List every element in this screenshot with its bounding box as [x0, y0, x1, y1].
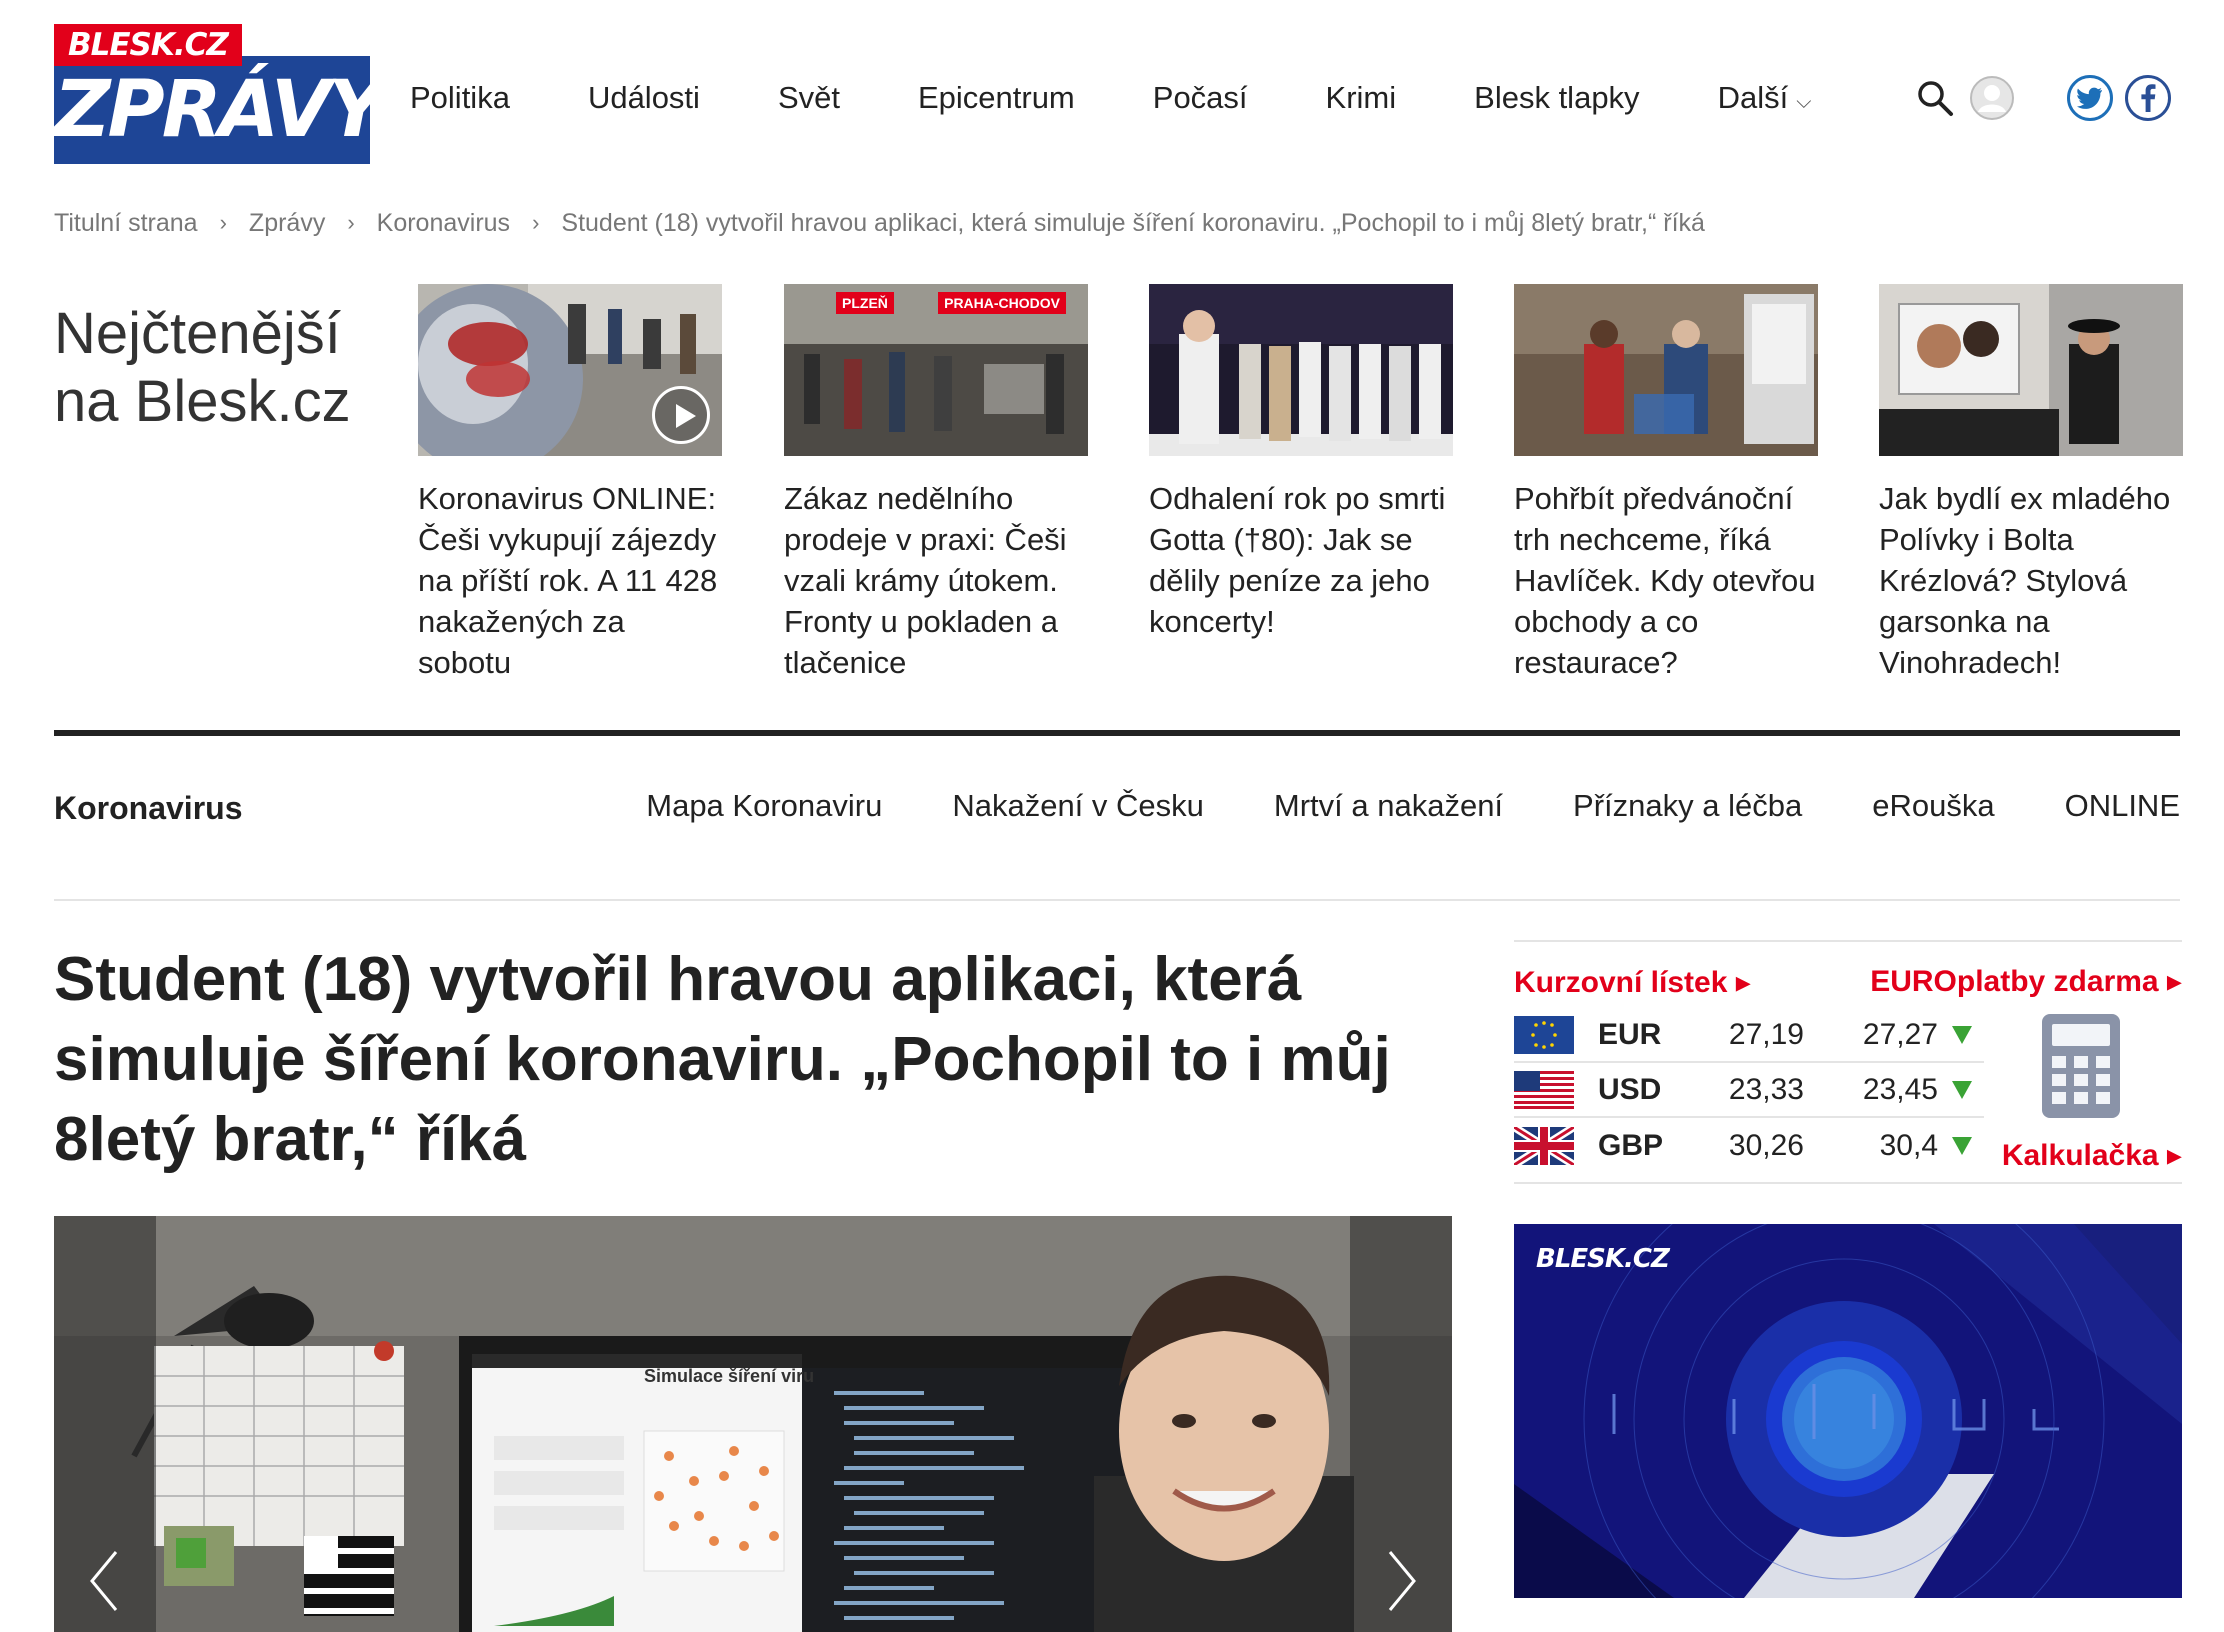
currency-code: EUR — [1598, 1017, 1662, 1051]
twitter-icon[interactable] — [2067, 75, 2113, 121]
section-link-erouska[interactable]: eRouška — [1872, 788, 1994, 824]
nav-item-politika[interactable]: Politika — [410, 80, 510, 116]
currency-sell-rate: 27,27 — [1862, 1017, 1938, 1051]
most-read-thumbnail[interactable] — [418, 284, 722, 456]
most-read-thumbnail[interactable]: PLZEŇ PRAHA-CHODOV — [784, 284, 1088, 456]
location-tag: PRAHA-CHODOV — [938, 292, 1066, 314]
section-link-mrtvi[interactable]: Mrtví a nakažení — [1274, 788, 1503, 824]
exchange-rate-row: EUR 27,19 27,27 — [1514, 1008, 1984, 1063]
most-read-heading: Nejčtenější na Blesk.cz — [54, 301, 351, 434]
most-read-title[interactable]: Zákaz nedělního prodeje v praxi: Češi vz… — [784, 478, 1088, 683]
chevron-right-icon[interactable] — [1382, 1546, 1422, 1616]
location-tag: PLZEŇ — [836, 292, 894, 314]
section-divider — [54, 899, 2180, 901]
site-logo[interactable]: ZPRÁVY BLESK.CZ — [54, 24, 385, 164]
gallery-photo — [54, 1216, 1452, 1632]
section-name[interactable]: Koronavirus — [54, 790, 242, 827]
calculator-link[interactable]: Kalkulačka ▸ — [2002, 1138, 2182, 1173]
trend-down-icon — [1952, 1136, 1972, 1155]
nav-item-krimi[interactable]: Krimi — [1326, 80, 1397, 116]
logo-section-name: ZPRÁVY — [54, 56, 385, 164]
breadcrumb-home[interactable]: Titulní strana — [54, 209, 198, 238]
most-read-title[interactable]: Odhalení rok po smrti Gotta (†80): Jak s… — [1149, 478, 1453, 642]
nav-item-svet[interactable]: Svět — [778, 80, 840, 116]
most-read-thumbnail[interactable] — [1149, 284, 1453, 456]
facebook-icon[interactable] — [2125, 75, 2171, 121]
widget-divider — [1514, 1182, 2182, 1184]
breadcrumb-current: Student (18) vytvořil hravou aplikaci, k… — [561, 208, 1705, 237]
most-read-thumbnail[interactable] — [1879, 284, 2183, 456]
section-divider — [54, 730, 2180, 736]
exchange-rate-row: GBP 30,26 30,4 — [1514, 1118, 1984, 1173]
currency-code: GBP — [1598, 1128, 1664, 1162]
banner-artwork — [1514, 1224, 2182, 1598]
most-read-thumbnail[interactable] — [1514, 284, 1818, 456]
most-read-title[interactable]: Pohřbít předvánoční trh nechceme, říká H… — [1514, 478, 1818, 683]
gallery-screen-title: Simulace šíření viru — [644, 1366, 815, 1386]
section-link-online[interactable]: ONLINE — [2065, 788, 2180, 824]
logo-brand: BLESK.CZ — [54, 24, 242, 66]
breadcrumb-koronavirus[interactable]: Koronavirus — [377, 209, 510, 238]
most-read-item[interactable]: PLZEŇ PRAHA-CHODOV Zákaz nedělního prode… — [784, 284, 1088, 683]
currency-code: USD — [1598, 1072, 1662, 1106]
eu-flag-icon — [1514, 1015, 1574, 1054]
most-read-item[interactable]: Jak bydlí ex mladého Polívky i Bolta Kré… — [1879, 284, 2183, 683]
nav-item-epicentrum[interactable]: Epicentrum — [918, 80, 1075, 116]
nav-item-udalosti[interactable]: Události — [588, 80, 700, 116]
us-flag-icon — [1514, 1070, 1574, 1109]
most-read-title[interactable]: Koronavirus ONLINE: Češi vykupují zájezd… — [418, 478, 722, 683]
chevron-right-icon: › — [532, 210, 540, 235]
exchange-rate-table: EUR 27,19 27,27 USD 23,33 23,45 GBP 30,2… — [1514, 1008, 1984, 1173]
currency-sell-rate: 30,4 — [1879, 1128, 1938, 1162]
chevron-right-icon: › — [219, 210, 227, 235]
most-read-title[interactable]: Jak bydlí ex mladého Polívky i Bolta Kré… — [1879, 478, 2183, 683]
most-read-item[interactable]: Koronavirus ONLINE: Češi vykupují zájezd… — [418, 284, 722, 683]
chevron-down-icon: ⌵ — [1796, 90, 1812, 113]
user-icon[interactable] — [1969, 75, 2015, 121]
header-icons — [1915, 72, 2171, 124]
section-link-nakazeni[interactable]: Nakažení v Česku — [952, 788, 1204, 824]
photo-gallery[interactable]: Simulace šíření viru — [54, 1216, 1452, 1632]
nav-item-blesk-tlapky[interactable]: Blesk tlapky — [1474, 80, 1639, 116]
breadcrumb: Titulní strana › Zprávy › Koronavirus › … — [54, 206, 1705, 240]
nav-item-more[interactable]: Další ⌵ — [1718, 80, 1812, 116]
nav-item-pocasi[interactable]: Počasí — [1153, 80, 1248, 116]
europayments-link[interactable]: EUROplatby zdarma ▸ — [1870, 964, 2182, 999]
widget-divider — [1514, 940, 2182, 942]
currency-sell-rate: 23,45 — [1862, 1072, 1938, 1106]
main-nav: Politika Události Svět Epicentrum Počasí… — [410, 72, 1811, 124]
search-icon[interactable] — [1915, 78, 1955, 118]
nav-more-label: Další — [1717, 80, 1789, 115]
exchange-rate-row: USD 23,33 23,45 — [1514, 1063, 1984, 1118]
currency-buy-rate: 27,19 — [1728, 1017, 1804, 1051]
article-title: Student (18) vytvořil hravou aplikaci, k… — [54, 945, 1391, 1174]
chevron-right-icon: › — [347, 210, 355, 235]
banner-logo: BLESK.CZ — [1536, 1244, 1670, 1274]
currency-buy-rate: 30,26 — [1728, 1128, 1804, 1162]
breadcrumb-zpravy[interactable]: Zprávy — [249, 209, 325, 238]
currency-buy-rate: 23,33 — [1728, 1072, 1804, 1106]
trend-down-icon — [1952, 1025, 1972, 1044]
trend-down-icon — [1952, 1080, 1972, 1099]
video-banner[interactable]: BLESK.CZ — [1514, 1224, 2182, 1598]
exchange-rates-link[interactable]: Kurzovní lístek ▸ — [1514, 965, 1751, 1000]
most-read-item[interactable]: Odhalení rok po smrti Gotta (†80): Jak s… — [1149, 284, 1453, 642]
uk-flag-icon — [1514, 1126, 1574, 1165]
most-read-item[interactable]: Pohřbít předvánoční trh nechceme, říká H… — [1514, 284, 1818, 683]
section-link-priznaky[interactable]: Příznaky a léčba — [1573, 788, 1802, 824]
section-link-mapa[interactable]: Mapa Koronaviru — [646, 788, 882, 824]
calculator-icon[interactable] — [2040, 1012, 2122, 1120]
play-icon[interactable] — [652, 386, 710, 444]
section-nav: Mapa Koronaviru Nakažení v Česku Mrtví a… — [576, 788, 2180, 824]
chevron-left-icon[interactable] — [84, 1546, 124, 1616]
